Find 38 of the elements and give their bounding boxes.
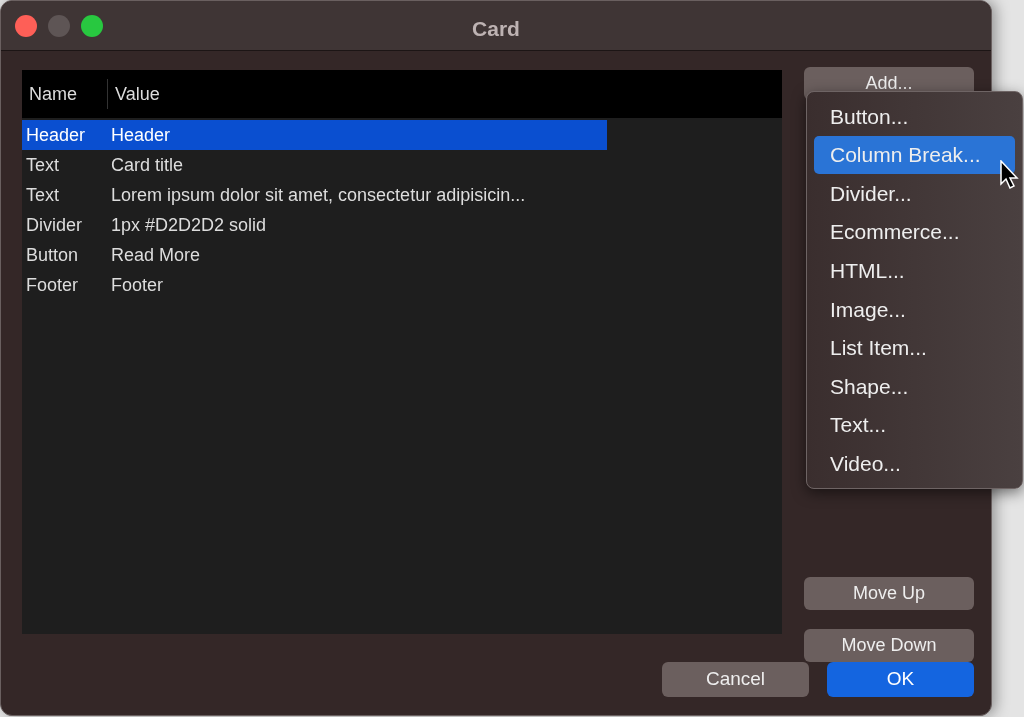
column-header: Value bbox=[114, 82, 160, 106]
value-cell-text: Header bbox=[110, 123, 171, 147]
menu-item[interactable]: Column Break... bbox=[814, 135, 1015, 175]
table-row[interactable]: Divider 1px #D2D2D2 solid bbox=[22, 210, 607, 240]
move-down-button[interactable]: Move Down bbox=[804, 629, 974, 662]
menu-item[interactable]: Text... bbox=[814, 405, 1015, 445]
menu-item[interactable]: Image... bbox=[814, 289, 1015, 329]
menu-item[interactable]: Video... bbox=[814, 444, 1015, 483]
value-cell-text: Card title bbox=[110, 153, 184, 177]
name-cell-text: Text bbox=[25, 183, 60, 207]
menu-item[interactable]: List Item... bbox=[814, 328, 1015, 368]
menu-item[interactable]: Ecommerce... bbox=[814, 212, 1015, 252]
menu-item[interactable]: Divider... bbox=[814, 174, 1015, 213]
close-button[interactable] bbox=[15, 14, 37, 37]
value-cell-text: Footer bbox=[110, 273, 164, 297]
menu-item[interactable]: Shape... bbox=[814, 367, 1015, 406]
name-cell-text: Footer bbox=[25, 273, 80, 297]
table-row[interactable]: Text Lorem ipsum dolor sit amet, consectetur adipisicin... bbox=[22, 180, 607, 210]
table-row[interactable]: Text Card title bbox=[22, 150, 607, 180]
table-row[interactable]: Button Read More bbox=[22, 240, 607, 270]
value-cell-text: Read More bbox=[110, 243, 201, 267]
value-cell-text: Lorem ipsum dolor sit amet, consectetur adipisicin... bbox=[110, 183, 526, 207]
ok-button[interactable]: OK bbox=[827, 662, 974, 697]
cancel-button[interactable]: Cancel bbox=[662, 662, 809, 697]
menu-item[interactable]: HTML... bbox=[814, 251, 1015, 290]
mouse-pointer-icon bbox=[1000, 160, 1020, 190]
table-row[interactable]: Header Header bbox=[22, 120, 607, 150]
name-cell-text: Button bbox=[25, 243, 80, 267]
value-cell-text: 1px #D2D2D2 solid bbox=[110, 213, 267, 237]
table-row[interactable]: Footer Footer bbox=[22, 270, 607, 300]
column-header: Name bbox=[28, 82, 78, 106]
menu-item[interactable]: Button... bbox=[814, 97, 1015, 136]
name-cell-text: Text bbox=[25, 153, 60, 177]
zoom-button[interactable] bbox=[81, 14, 103, 37]
move-up-button[interactable]: Move Up bbox=[804, 577, 974, 610]
name-cell-text: Divider bbox=[25, 213, 83, 237]
window-title: Card bbox=[472, 16, 520, 42]
name-cell-text: Header bbox=[25, 123, 87, 147]
